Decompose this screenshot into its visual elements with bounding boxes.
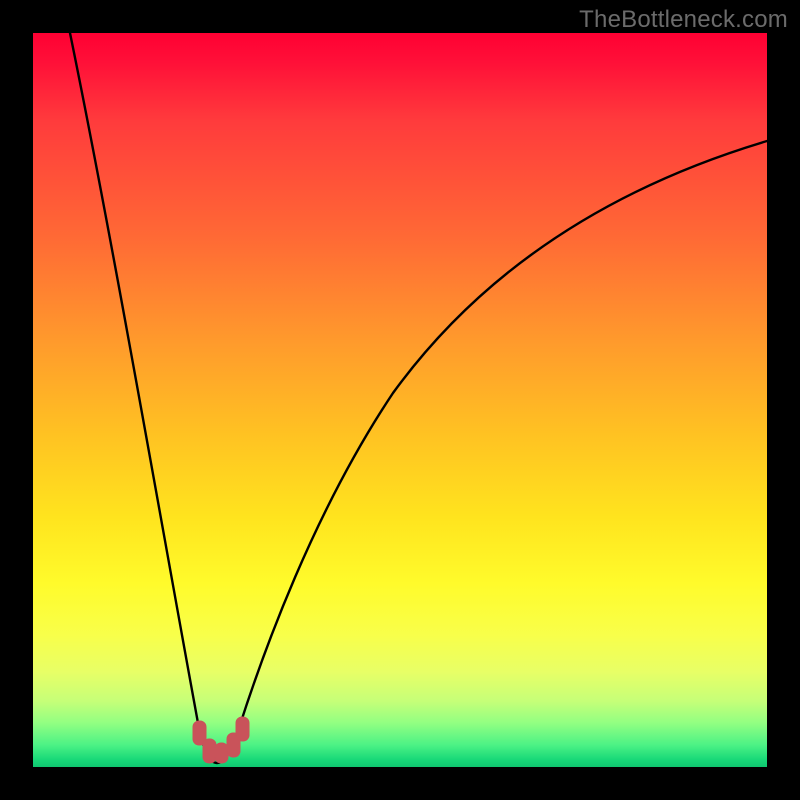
plot-area: [33, 33, 767, 767]
watermark-text: TheBottleneck.com: [579, 6, 788, 34]
bottleneck-curve: [33, 33, 767, 767]
curve-path: [70, 33, 767, 763]
outer-frame: TheBottleneck.com: [0, 0, 800, 800]
min-marker-cluster: [193, 717, 249, 763]
